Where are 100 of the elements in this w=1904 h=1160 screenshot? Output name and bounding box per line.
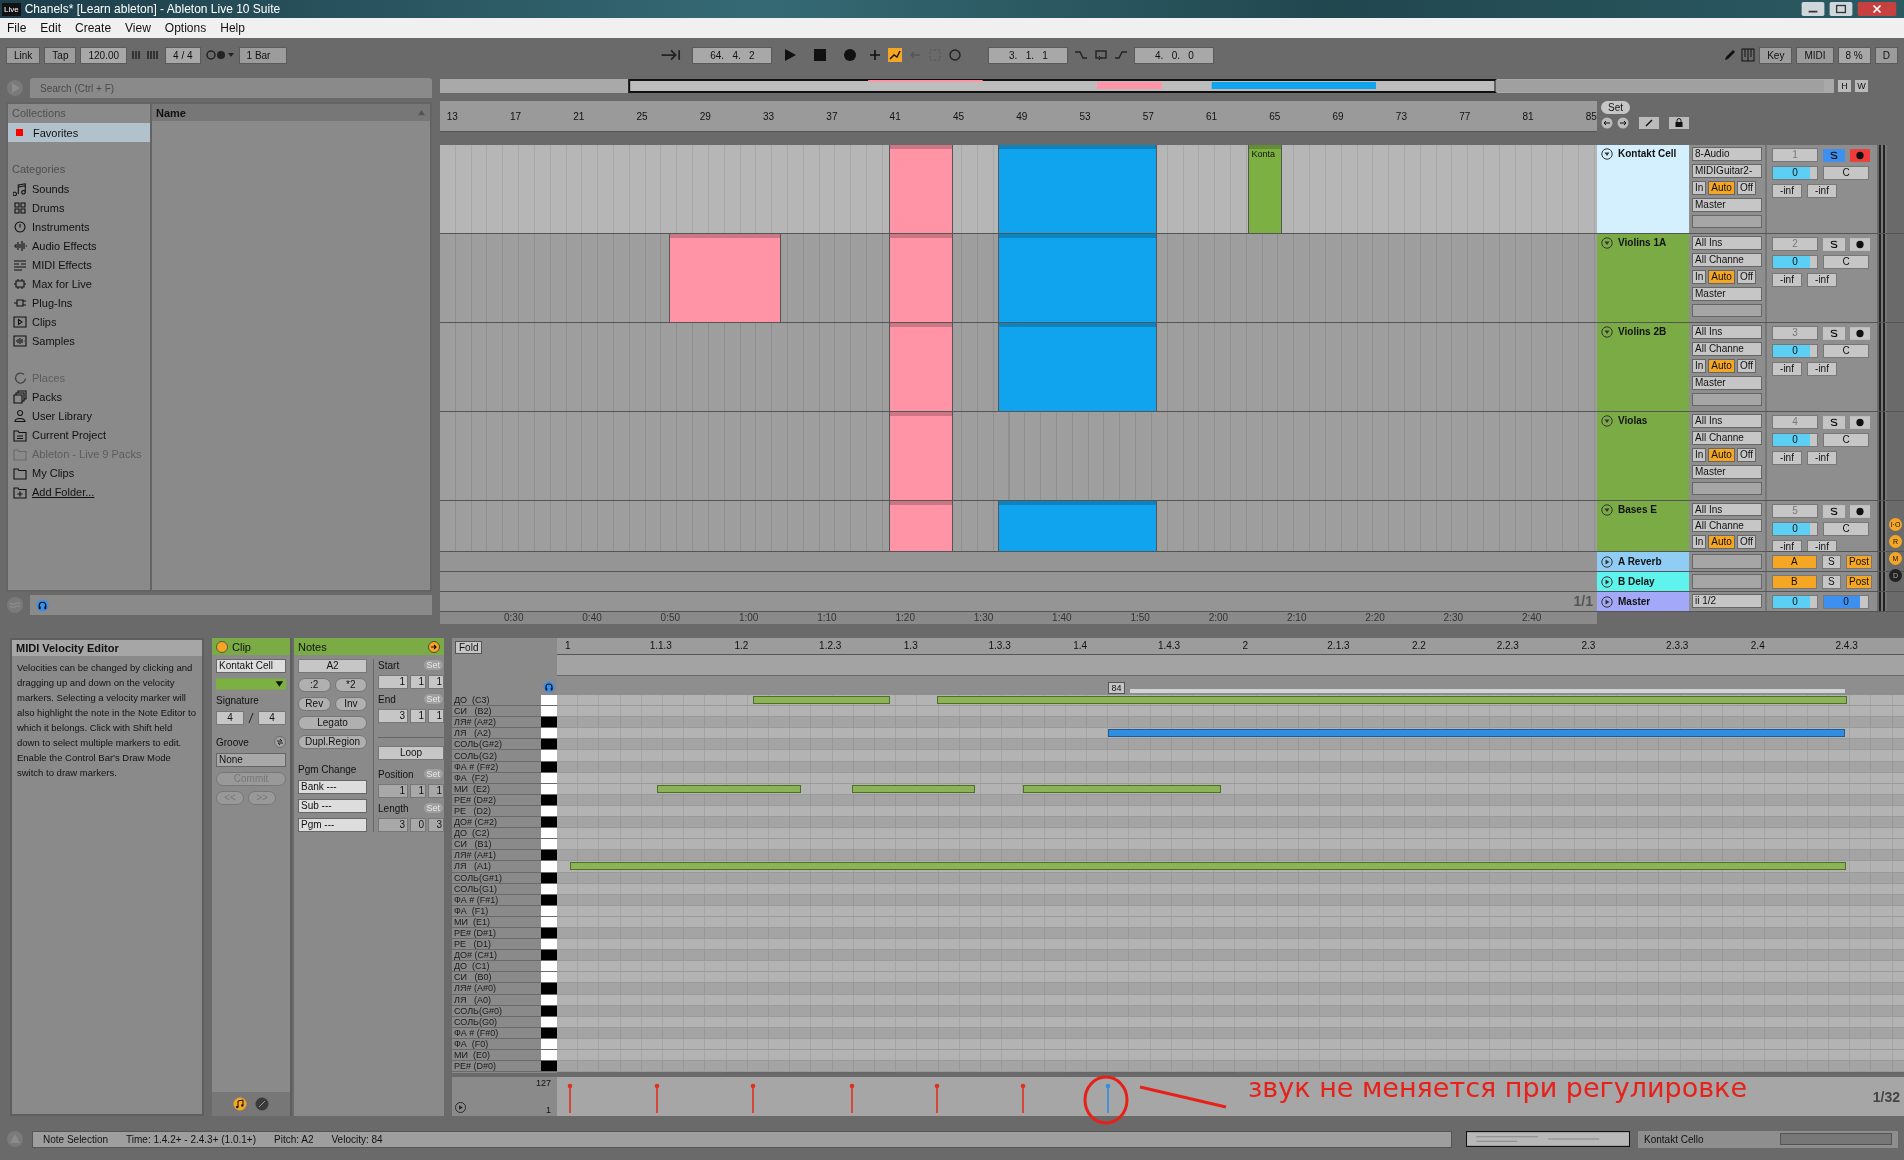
record-icon[interactable] xyxy=(843,48,858,62)
place-item[interactable]: Current Project xyxy=(8,425,150,444)
velocity-marker[interactable] xyxy=(567,1083,574,1113)
track-header[interactable]: A Reverb xyxy=(1597,552,1689,571)
clip[interactable] xyxy=(998,323,1158,411)
double-button[interactable]: *2 xyxy=(334,678,368,692)
piano-key[interactable] xyxy=(541,916,557,927)
output-dropdown[interactable]: Master xyxy=(1692,198,1762,212)
loop-start-field[interactable]: 3. 1. 1 xyxy=(988,46,1069,64)
position-field[interactable]: 3 xyxy=(428,818,445,832)
track-header[interactable]: Violins 2B xyxy=(1597,323,1689,411)
solo-button[interactable] xyxy=(1823,237,1845,251)
arm-button[interactable] xyxy=(1850,326,1870,340)
duplicate-region-button[interactable]: Dupl.Region xyxy=(298,735,368,749)
place-item[interactable]: Add Folder... xyxy=(8,482,150,501)
clip[interactable]: Konta xyxy=(1248,145,1282,233)
output-channel-field[interactable] xyxy=(1692,482,1762,495)
key-lane[interactable] xyxy=(557,1061,1904,1073)
arm-button[interactable] xyxy=(1850,148,1870,162)
clip[interactable] xyxy=(889,412,953,500)
send-field[interactable]: -inf xyxy=(1772,362,1802,376)
collection-item[interactable]: Favorites xyxy=(8,123,150,142)
piano-key[interactable] xyxy=(541,1050,557,1061)
piano-key[interactable] xyxy=(541,939,557,950)
loop-button[interactable]: Loop xyxy=(378,746,445,760)
midi-note[interactable] xyxy=(570,862,1847,871)
piano-key[interactable] xyxy=(541,850,557,861)
expand-icon[interactable] xyxy=(1639,116,1659,129)
expand-icon[interactable] xyxy=(1601,575,1613,588)
play-icon[interactable] xyxy=(783,48,798,62)
tempo-field[interactable]: 120.00 xyxy=(80,46,128,64)
position-field[interactable]: 1 xyxy=(428,709,445,723)
invert-button[interactable]: Inv xyxy=(334,697,368,711)
monitor-button[interactable]: In xyxy=(1692,359,1707,373)
signature-denominator-field[interactable]: 4 xyxy=(258,711,286,725)
wave-icon[interactable] xyxy=(6,596,24,614)
send-button[interactable]: B xyxy=(1772,575,1817,589)
piano-key[interactable] xyxy=(541,994,557,1005)
velocity-marker[interactable] xyxy=(749,1083,756,1113)
track-header[interactable]: B Delay xyxy=(1597,572,1689,591)
plus-icon[interactable] xyxy=(868,48,883,62)
automation-arm-icon[interactable] xyxy=(888,48,903,62)
headphones-icon[interactable] xyxy=(36,598,49,612)
solo-button[interactable]: S xyxy=(1821,555,1841,569)
clip-activator-icon[interactable] xyxy=(216,640,228,653)
metronome-icon[interactable] xyxy=(204,48,235,62)
pan-field[interactable]: C xyxy=(1823,522,1869,536)
maximize-icon[interactable] xyxy=(1828,2,1854,16)
note-icon[interactable] xyxy=(233,1097,247,1111)
next-locator-icon[interactable] xyxy=(1617,116,1629,129)
piano-key[interactable] xyxy=(541,783,557,794)
fold-icon[interactable] xyxy=(1601,415,1613,427)
piano-key[interactable] xyxy=(541,805,557,817)
monitor-button[interactable]: Auto xyxy=(1708,270,1735,284)
volume-field[interactable]: 0 xyxy=(1772,595,1818,609)
piano-key[interactable] xyxy=(541,1038,557,1049)
previous-locator-icon[interactable] xyxy=(1601,116,1613,129)
category-item[interactable]: Plug-Ins xyxy=(8,293,150,312)
position-field[interactable]: 3 xyxy=(378,709,409,723)
monitor-button[interactable]: Auto xyxy=(1708,448,1735,462)
signature-numerator-field[interactable]: 4 xyxy=(216,711,244,725)
category-item[interactable]: Max for Live xyxy=(8,274,150,293)
arm-button[interactable] xyxy=(1850,415,1870,429)
output-dropdown[interactable]: Master xyxy=(1692,287,1762,301)
clip[interactable] xyxy=(998,234,1158,322)
keyboard-icon[interactable] xyxy=(1741,48,1756,62)
solo-button[interactable] xyxy=(1823,326,1845,340)
input-channel-dropdown[interactable]: MIDIGuitar2- xyxy=(1692,164,1762,178)
key-map-button[interactable]: Key xyxy=(1759,46,1793,64)
piano-key[interactable] xyxy=(541,772,557,783)
send-field[interactable]: -inf xyxy=(1807,273,1837,287)
clip-color-dropdown[interactable] xyxy=(216,678,286,690)
piano-key[interactable] xyxy=(541,839,557,850)
midi-note[interactable] xyxy=(937,696,1847,704)
piano-key[interactable] xyxy=(541,1016,557,1027)
output-channel-field[interactable] xyxy=(1692,304,1762,317)
input-type-dropdown[interactable]: All Ins xyxy=(1692,325,1762,339)
piano-key[interactable] xyxy=(541,872,557,883)
position-field[interactable]: 1 xyxy=(378,675,409,689)
volume-field[interactable]: 0 xyxy=(1772,255,1818,269)
category-item[interactable]: Audio Effects xyxy=(8,236,150,255)
volume-field[interactable]: 0 xyxy=(1772,344,1818,358)
output-channel-field[interactable] xyxy=(1692,393,1762,406)
groove-field[interactable]: None xyxy=(216,753,286,767)
pan-field[interactable]: C xyxy=(1823,166,1869,180)
arrangement-overview[interactable] xyxy=(440,79,1834,94)
input-type-dropdown[interactable]: All Ins xyxy=(1692,503,1762,516)
loop-length-field[interactable]: 4. 0. 0 xyxy=(1134,46,1215,64)
midi-note[interactable] xyxy=(1108,729,1846,738)
position-field[interactable]: 1 xyxy=(428,675,445,689)
position-field[interactable]: 64. 4. 2 xyxy=(692,46,773,64)
output-dropdown[interactable]: Master xyxy=(1692,376,1762,390)
monitor-button[interactable]: In xyxy=(1692,535,1707,549)
arm-button[interactable] xyxy=(1850,237,1870,251)
piano-key[interactable] xyxy=(541,972,557,983)
minimize-icon[interactable] xyxy=(1800,2,1826,16)
track-header[interactable]: Bases E xyxy=(1597,501,1689,551)
piano-key[interactable] xyxy=(541,817,557,828)
halve-button[interactable]: :2 xyxy=(298,678,331,692)
track-header[interactable]: Violas xyxy=(1597,412,1689,500)
